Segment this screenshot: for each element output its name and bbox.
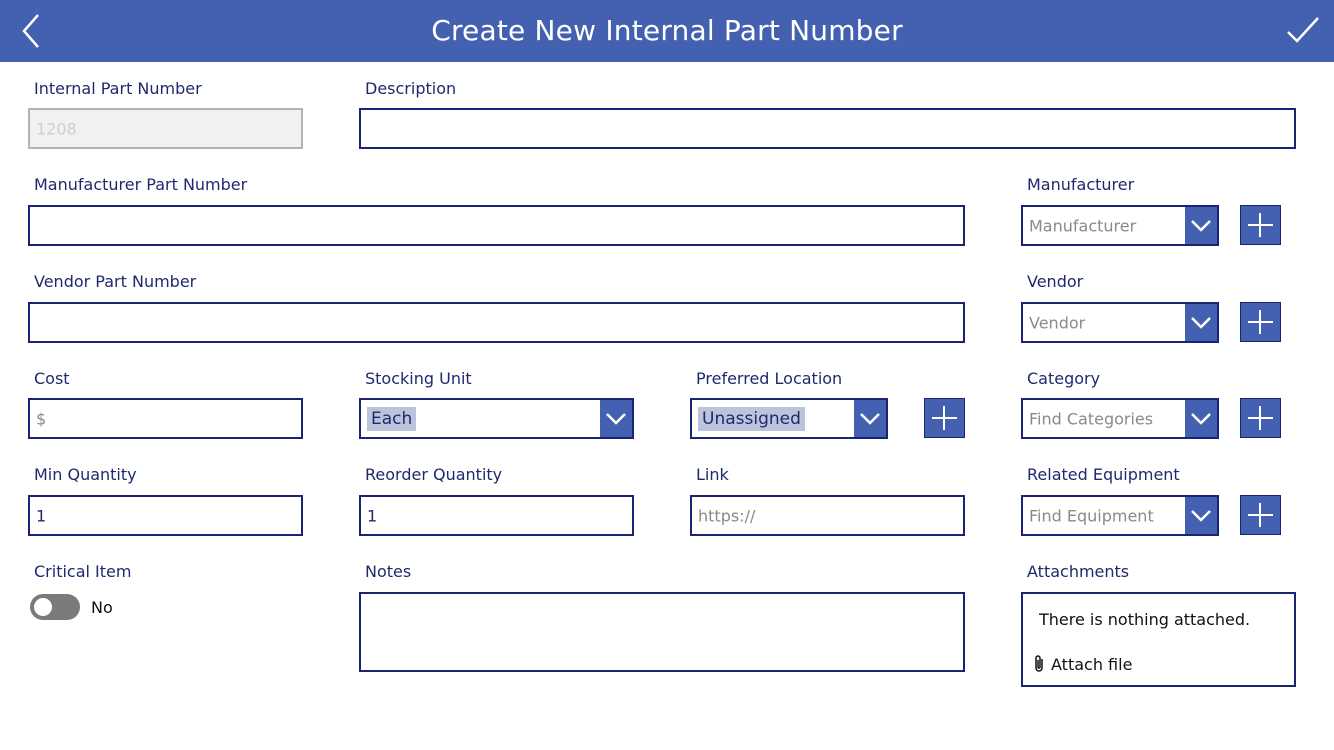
attachments-label: Attachments <box>1027 562 1130 581</box>
vendor-part-number-label: Vendor Part Number <box>34 272 197 291</box>
attach-file-label: Attach file <box>1051 654 1133 674</box>
related-equipment-label: Related Equipment <box>1027 465 1180 484</box>
cost-input[interactable]: $ <box>28 398 303 439</box>
link-label: Link <box>696 465 729 484</box>
min-quantity-label: Min Quantity <box>34 465 137 484</box>
vendor-part-number-input[interactable] <box>28 302 965 343</box>
preferred-location-dropdown[interactable]: Unassigned <box>690 398 888 439</box>
min-quantity-input[interactable]: 1 <box>28 495 303 536</box>
description-input[interactable] <box>359 108 1296 149</box>
paperclip-icon <box>1035 655 1043 672</box>
add-category-button[interactable] <box>1240 398 1281 438</box>
manufacturer-part-number-label: Manufacturer Part Number <box>34 175 248 194</box>
link-placeholder: https:// <box>698 506 756 525</box>
reorder-quantity-label: Reorder Quantity <box>365 465 503 484</box>
manufacturer-placeholder: Manufacturer <box>1029 216 1137 235</box>
reorder-quantity-value: 1 <box>367 506 378 525</box>
internal-part-number-field: 1208 <box>28 108 303 149</box>
attach-file-button[interactable]: Attach file <box>1033 654 1132 674</box>
chevron-down-icon <box>600 400 632 437</box>
category-label: Category <box>1027 369 1101 388</box>
chevron-down-icon <box>1185 304 1217 341</box>
manufacturer-dropdown[interactable]: Manufacturer <box>1021 205 1219 246</box>
stocking-unit-dropdown[interactable]: Each <box>359 398 634 439</box>
category-dropdown[interactable]: Find Categories <box>1021 398 1219 439</box>
related-equipment-placeholder: Find Equipment <box>1029 506 1154 525</box>
cost-placeholder: $ <box>36 409 47 428</box>
checkmark-icon <box>1287 17 1319 43</box>
internal-part-number-label: Internal Part Number <box>34 79 202 98</box>
critical-item-value: No <box>91 598 113 617</box>
chevron-down-icon <box>1185 400 1217 437</box>
vendor-placeholder: Vendor <box>1029 313 1086 332</box>
add-location-button[interactable] <box>924 398 965 438</box>
chevron-down-icon <box>854 400 886 437</box>
header-bar: Create New Internal Part Number <box>0 0 1334 62</box>
chevron-down-icon <box>1185 207 1217 244</box>
related-equipment-dropdown[interactable]: Find Equipment <box>1021 495 1219 536</box>
category-placeholder: Find Categories <box>1029 409 1154 428</box>
manufacturer-label: Manufacturer <box>1027 175 1135 194</box>
add-equipment-button[interactable] <box>1240 495 1281 535</box>
preferred-location-selected: Unassigned <box>698 406 805 431</box>
internal-part-number-value: 1208 <box>36 119 77 138</box>
critical-item-label: Critical Item <box>34 562 132 581</box>
add-manufacturer-button[interactable] <box>1240 205 1281 245</box>
vendor-dropdown[interactable]: Vendor <box>1021 302 1219 343</box>
link-input[interactable]: https:// <box>690 495 965 536</box>
attachments-empty-text: There is nothing attached. <box>1039 610 1251 629</box>
toggle-knob <box>34 598 52 616</box>
description-label: Description <box>365 79 457 98</box>
notes-label: Notes <box>365 562 412 581</box>
cost-label: Cost <box>34 369 70 388</box>
vendor-label: Vendor <box>1027 272 1084 291</box>
attachments-panel: There is nothing attached. Attach file <box>1021 592 1296 687</box>
chevron-down-icon <box>1185 497 1217 534</box>
reorder-quantity-input[interactable]: 1 <box>359 495 634 536</box>
page-title: Create New Internal Part Number <box>431 14 903 47</box>
notes-textarea[interactable] <box>359 592 965 672</box>
critical-item-toggle[interactable] <box>30 594 80 620</box>
stocking-unit-selected: Each <box>367 406 417 431</box>
add-vendor-button[interactable] <box>1240 302 1281 342</box>
save-button[interactable] <box>1284 14 1322 48</box>
preferred-location-label: Preferred Location <box>696 369 843 388</box>
manufacturer-part-number-input[interactable] <box>28 205 965 246</box>
stocking-unit-label: Stocking Unit <box>365 369 472 388</box>
min-quantity-value: 1 <box>36 506 47 525</box>
